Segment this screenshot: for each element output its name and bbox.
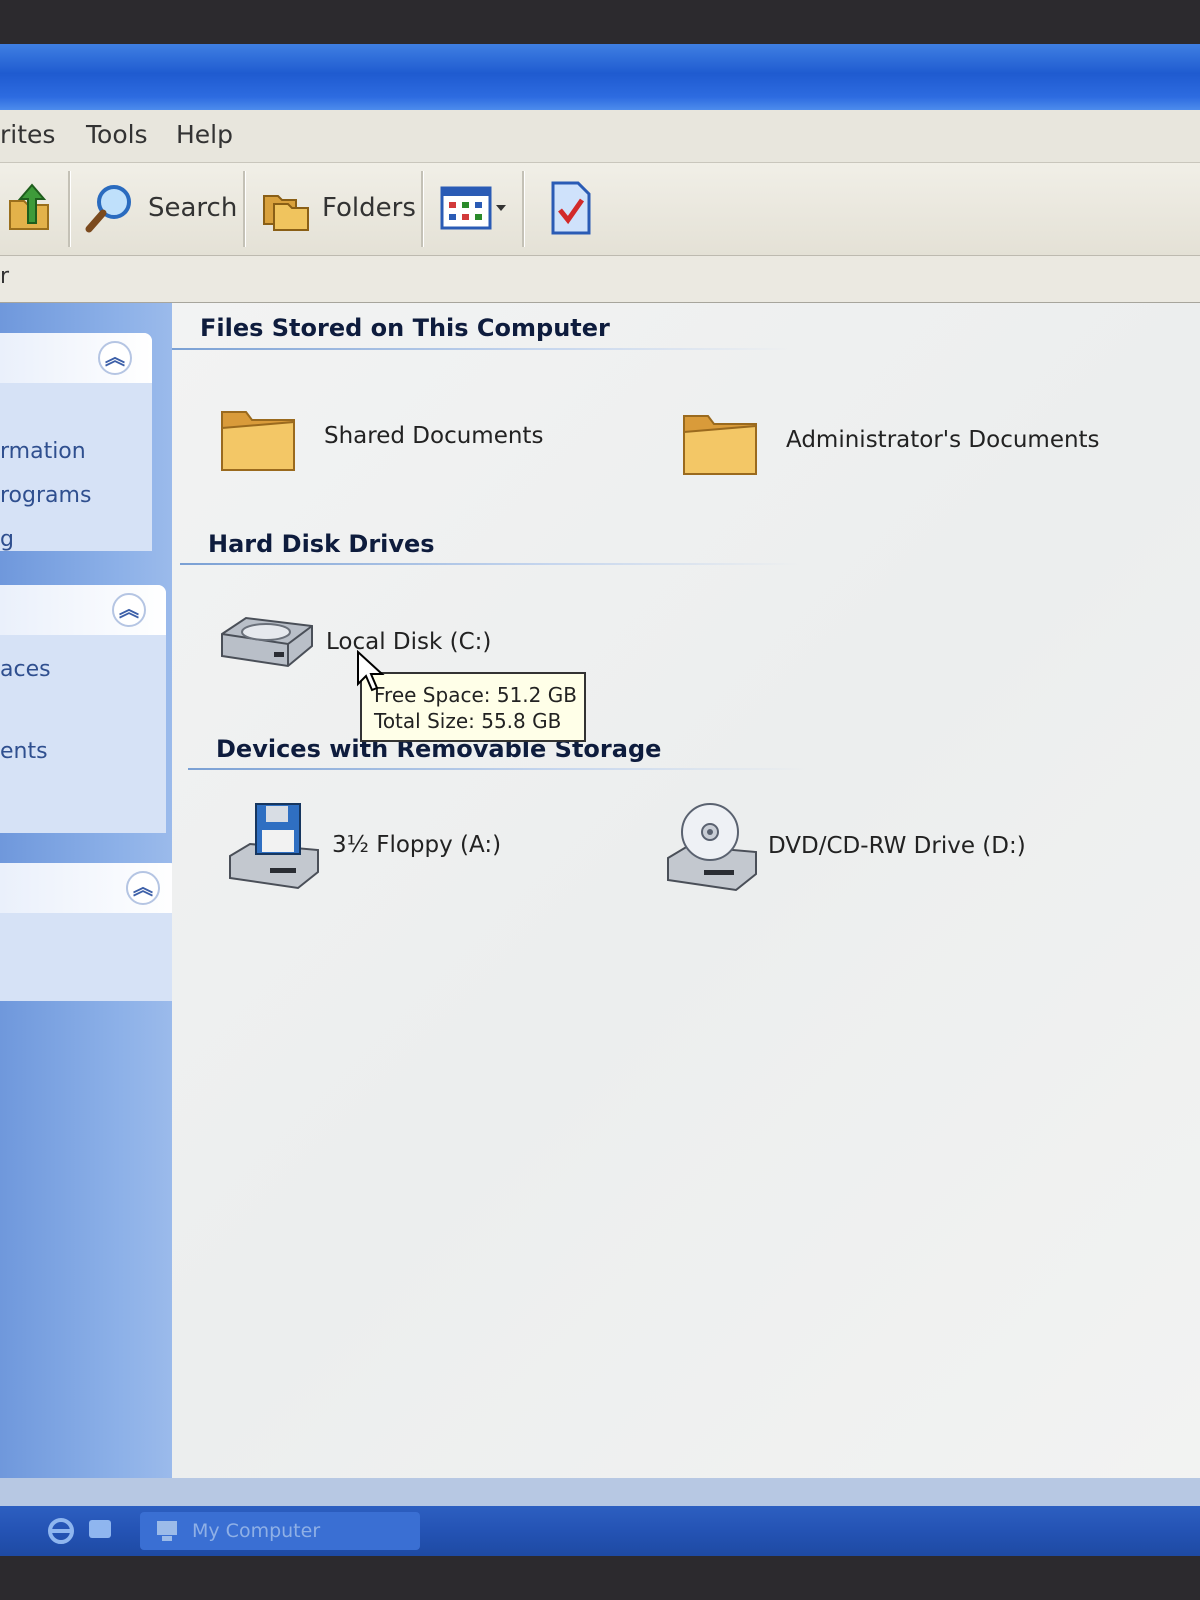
monitor-bezel-top xyxy=(0,0,1200,48)
floppy-drive-icon xyxy=(229,803,319,890)
window-title-bar[interactable] xyxy=(0,44,1200,110)
section-divider xyxy=(172,348,792,350)
menu-tools[interactable]: Tools xyxy=(86,120,148,149)
local-disk-item[interactable]: Local Disk (C:) xyxy=(216,612,491,672)
search-icon xyxy=(85,185,131,233)
system-tasks-panel: ︽ rmation rograms g xyxy=(0,333,152,552)
folder-icon xyxy=(683,415,757,475)
views-button[interactable] xyxy=(440,177,512,239)
item-label: Administrator's Documents xyxy=(786,427,1100,453)
up-folder-icon xyxy=(9,183,49,230)
search-button[interactable]: Search xyxy=(84,177,237,239)
address-text: r xyxy=(0,264,10,289)
search-label: Search xyxy=(148,193,238,223)
internet-explorer-icon[interactable] xyxy=(46,1516,76,1546)
up-button[interactable] xyxy=(6,177,52,239)
collapse-icon[interactable]: ︽ xyxy=(98,341,132,375)
toolbar-separator xyxy=(243,171,246,247)
panel-link[interactable]: g xyxy=(0,527,14,552)
window-bottom-border xyxy=(0,1478,1200,1506)
views-icon xyxy=(440,186,506,230)
other-places-panel: ︽ aces ents xyxy=(0,585,166,833)
drive-info-tooltip: Free Space: 51.2 GB Total Size: 55.8 GB xyxy=(360,672,586,742)
toolbar-separator xyxy=(421,171,424,247)
admin-documents-item[interactable]: Administrator's Documents xyxy=(680,402,1100,478)
item-label: 3½ Floppy (A:) xyxy=(332,832,502,858)
panel-link[interactable]: rograms xyxy=(0,483,91,508)
folders-button[interactable]: Folders xyxy=(262,177,416,239)
folder-icon xyxy=(221,411,295,471)
cd-drive-icon xyxy=(667,803,757,892)
tasks-button[interactable] xyxy=(550,177,592,239)
item-label: Local Disk (C:) xyxy=(326,629,492,655)
taskbar: My Computer xyxy=(0,1506,1200,1556)
address-bar[interactable]: r xyxy=(0,256,1200,304)
section-title-drives: Hard Disk Drives xyxy=(208,530,435,558)
hard-disk-icon xyxy=(221,616,313,668)
collapse-icon[interactable]: ︽ xyxy=(112,593,146,627)
show-desktop-icon[interactable] xyxy=(86,1516,114,1544)
section-divider xyxy=(188,768,808,770)
panel-link[interactable]: rmation xyxy=(0,439,86,464)
dvd-drive-item[interactable]: DVD/CD-RW Drive (D:) xyxy=(664,800,1026,892)
document-check-icon xyxy=(551,181,591,235)
panel-link[interactable]: ents xyxy=(0,739,48,764)
menu-favorites[interactable]: rites xyxy=(0,120,55,149)
my-computer-icon xyxy=(157,1521,177,1541)
panel-link[interactable]: aces xyxy=(0,657,51,682)
mouse-pointer-icon xyxy=(357,650,385,692)
section-divider xyxy=(180,563,800,565)
tooltip-free-space: Free Space: 51.2 GB xyxy=(374,683,577,707)
floppy-drive-item[interactable]: 3½ Floppy (A:) xyxy=(226,800,501,890)
item-label: DVD/CD-RW Drive (D:) xyxy=(768,833,1026,859)
menu-help[interactable]: Help xyxy=(176,120,233,149)
taskbar-button-label: My Computer xyxy=(192,1520,321,1542)
details-panel: ︽ xyxy=(0,863,178,1001)
toolbar-separator xyxy=(522,171,525,247)
taskbar-button-my-computer[interactable]: My Computer xyxy=(140,1512,420,1550)
collapse-icon[interactable]: ︽ xyxy=(126,871,160,905)
tooltip-total-size: Total Size: 55.8 GB xyxy=(374,709,562,733)
shared-documents-item[interactable]: Shared Documents xyxy=(218,398,543,474)
folders-label: Folders xyxy=(322,193,416,223)
toolbar: Search Folders xyxy=(0,163,1200,256)
item-label: Shared Documents xyxy=(324,423,544,449)
monitor-bezel-bottom xyxy=(0,1556,1200,1600)
section-title-files: Files Stored on This Computer xyxy=(200,314,610,342)
folders-icon xyxy=(263,195,309,231)
toolbar-separator xyxy=(68,171,71,247)
menu-bar: rites Tools Help xyxy=(0,110,1200,163)
